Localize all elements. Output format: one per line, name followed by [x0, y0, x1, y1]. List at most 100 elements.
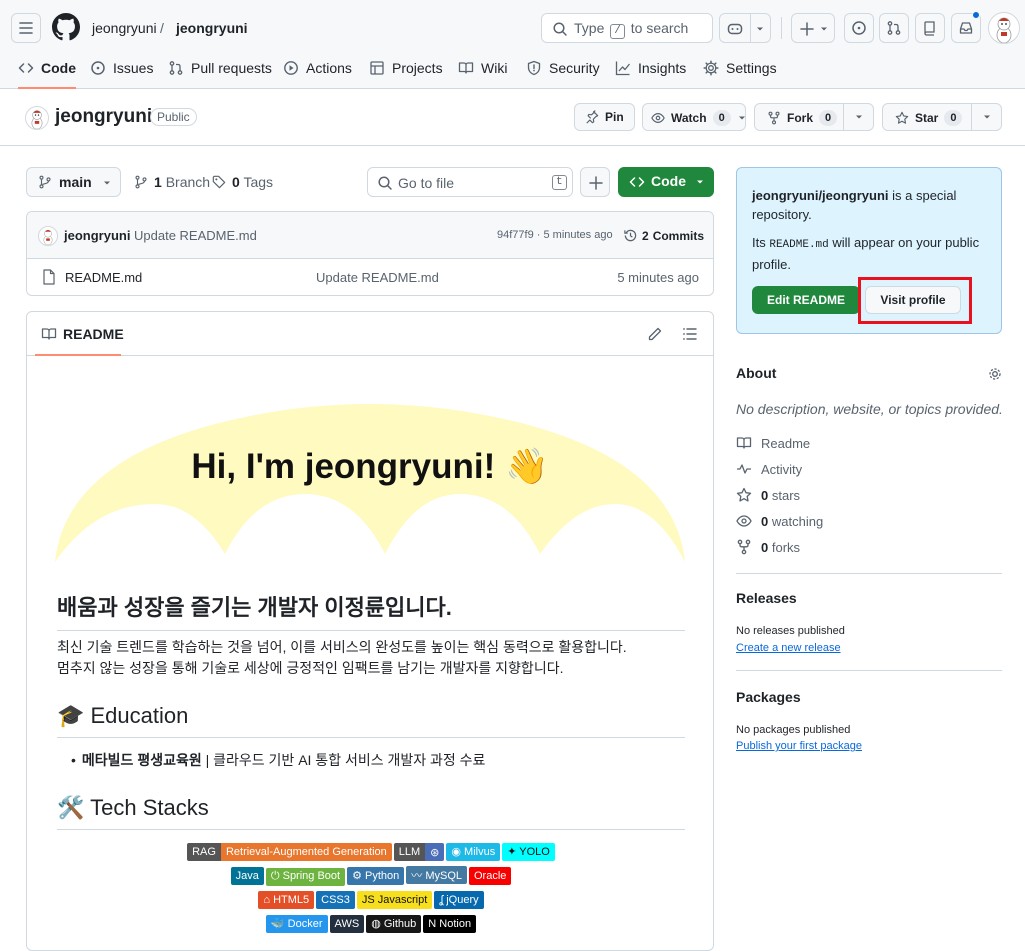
tech-badge[interactable]: Java	[230, 867, 264, 885]
breadcrumb-owner[interactable]: jeongryuni	[92, 20, 157, 36]
fork-button[interactable]: Fork 0	[754, 103, 874, 131]
special-prefix: Its	[752, 235, 770, 250]
education-detail: | 클라우드 기반 AI 통합 서비스 개발자 과정 수료	[201, 752, 486, 768]
badge-row: Java ⏻ Spring Boot ⚙ Python 〰 MySQL Oracle	[57, 866, 685, 890]
fork-icon	[768, 111, 780, 125]
global-search-input[interactable]: Type / to search	[541, 13, 713, 43]
code-button[interactable]: Code	[618, 167, 714, 197]
tech-badge[interactable]: ◉ Milvus	[446, 842, 501, 861]
star-button[interactable]: Star 0	[882, 103, 1002, 131]
menu-button[interactable]	[11, 13, 41, 43]
table-icon	[370, 61, 384, 75]
about-readme-link[interactable]: Readme	[736, 435, 810, 451]
fork-count: 0	[819, 110, 838, 126]
tech-badge[interactable]: ⚙ Python	[347, 866, 405, 885]
github-logo-icon[interactable]	[52, 13, 80, 41]
graph-icon	[615, 61, 631, 76]
releases-empty-text: No releases published	[736, 625, 845, 637]
issues-button[interactable]	[844, 13, 874, 43]
tab-projects[interactable]: Projects	[369, 55, 443, 89]
tech-badge[interactable]: RAG Retrieval-Augmented Generation	[187, 843, 392, 861]
breadcrumb-repo[interactable]: jeongryuni	[176, 20, 248, 36]
tech-badge[interactable]: Oracle	[469, 867, 512, 885]
add-file-button[interactable]	[580, 167, 610, 197]
tab-code-label: Code	[41, 60, 76, 76]
code-icon	[629, 177, 645, 187]
file-browser: jeongryuni Update README.md 94f77f9 · 5 …	[26, 211, 714, 296]
tag-icon	[212, 175, 226, 189]
tech-badge[interactable]: ✦ YOLO	[502, 842, 555, 861]
tech-badge[interactable]: JS Javascript	[356, 891, 433, 909]
tech-badge[interactable]: AWS	[329, 915, 365, 933]
tab-wiki[interactable]: Wiki	[458, 55, 507, 89]
outline-list-icon[interactable]	[682, 326, 698, 342]
special-code: README.md	[769, 239, 829, 251]
tech-badge[interactable]: 🐳 Docker	[265, 914, 328, 933]
tech-badge[interactable]: ⌂ HTML5	[258, 891, 315, 909]
pulse-icon	[737, 464, 751, 474]
tab-security[interactable]: Security	[526, 55, 600, 89]
create-release-link[interactable]: Create a new release	[736, 642, 841, 654]
badge-row: ⌂ HTML5 CSS3 JS Javascript ʆ jQuery	[57, 890, 685, 914]
special-repo-name: jeongryuni/jeongryuni	[752, 188, 889, 203]
plus-icon	[800, 22, 814, 36]
commit-message[interactable]: Update README.md	[134, 228, 257, 243]
about-activity-link[interactable]: Activity	[736, 461, 802, 477]
about-watching-link[interactable]: 0 watching	[736, 513, 823, 529]
search-icon	[553, 22, 567, 36]
play-icon	[284, 61, 298, 75]
commit-author[interactable]: jeongryuni	[64, 228, 130, 243]
tech-badge[interactable]: 〰 MySQL	[406, 866, 467, 884]
badge-label: ⏻ Spring Boot	[265, 867, 346, 886]
commit-author-avatar[interactable]	[38, 226, 58, 246]
branches-link[interactable]: 1 Branch	[134, 174, 210, 190]
gear-icon[interactable]	[987, 366, 1003, 382]
commit-hash-time[interactable]: 94f77f9 · 5 minutes ago	[497, 229, 613, 241]
owner-avatar[interactable]	[25, 106, 49, 130]
file-commit-message[interactable]: Update README.md	[316, 270, 439, 285]
tab-issues[interactable]: Issues	[90, 55, 153, 89]
tab-insights[interactable]: Insights	[615, 55, 686, 89]
watch-button[interactable]: Watch 0	[642, 103, 746, 131]
tab-code[interactable]: Code	[18, 55, 76, 89]
tab-actions[interactable]: Actions	[283, 55, 352, 89]
edit-readme-button[interactable]: Edit README	[752, 286, 860, 314]
tech-badge[interactable]: LLM ⊛	[393, 843, 445, 861]
tech-badge[interactable]: N Notion	[423, 915, 477, 933]
pencil-icon[interactable]	[647, 326, 663, 342]
about-stars-link[interactable]: 0 stars	[736, 487, 800, 503]
stars-count: 0	[761, 487, 769, 503]
book-icon	[41, 328, 57, 340]
issue-icon	[852, 21, 866, 35]
book-icon	[458, 62, 474, 74]
about-forks-link[interactable]: 0 forks	[736, 539, 800, 555]
pull-requests-button[interactable]	[879, 13, 909, 43]
packages-heading[interactable]: Packages	[736, 689, 801, 705]
go-to-file-input[interactable]: Go to file t	[367, 167, 573, 197]
user-avatar[interactable]	[988, 12, 1020, 44]
pin-button[interactable]: Pin	[574, 103, 635, 131]
intro-heading: 배움과 성장을 즐기는 개발자 이정륜입니다.	[57, 590, 685, 631]
tech-badge[interactable]: CSS3	[316, 891, 355, 909]
commits-history-link[interactable]: 2 Commits	[623, 228, 704, 243]
eye-icon	[736, 515, 752, 527]
tech-badge[interactable]: ʆ jQuery	[434, 891, 484, 909]
repo-title[interactable]: jeongryuni	[55, 106, 152, 128]
branch-selector[interactable]: main	[26, 167, 121, 197]
create-new-button[interactable]	[791, 13, 835, 43]
tab-pull-requests[interactable]: Pull requests	[168, 55, 272, 89]
file-row[interactable]: README.md Update README.md 5 minutes ago	[27, 259, 713, 295]
special-readme-line: Its README.md will appear on your public…	[752, 233, 992, 274]
releases-heading[interactable]: Releases	[736, 590, 797, 606]
publish-package-link[interactable]: Publish your first package	[736, 740, 862, 752]
global-header: jeongryuni / jeongryuni Type / to search…	[0, 0, 1025, 89]
tab-settings[interactable]: Settings	[703, 55, 777, 89]
readme-tab[interactable]: README	[35, 312, 124, 356]
tech-badge[interactable]: ◍ Github	[366, 914, 422, 933]
tags-link[interactable]: 0 Tags	[212, 174, 273, 190]
copilot-button[interactable]	[719, 13, 771, 43]
badge-label: N Notion	[423, 915, 477, 933]
file-name[interactable]: README.md	[65, 270, 142, 285]
tech-badge[interactable]: ⏻ Spring Boot	[265, 867, 346, 886]
repositories-button[interactable]	[915, 13, 945, 43]
